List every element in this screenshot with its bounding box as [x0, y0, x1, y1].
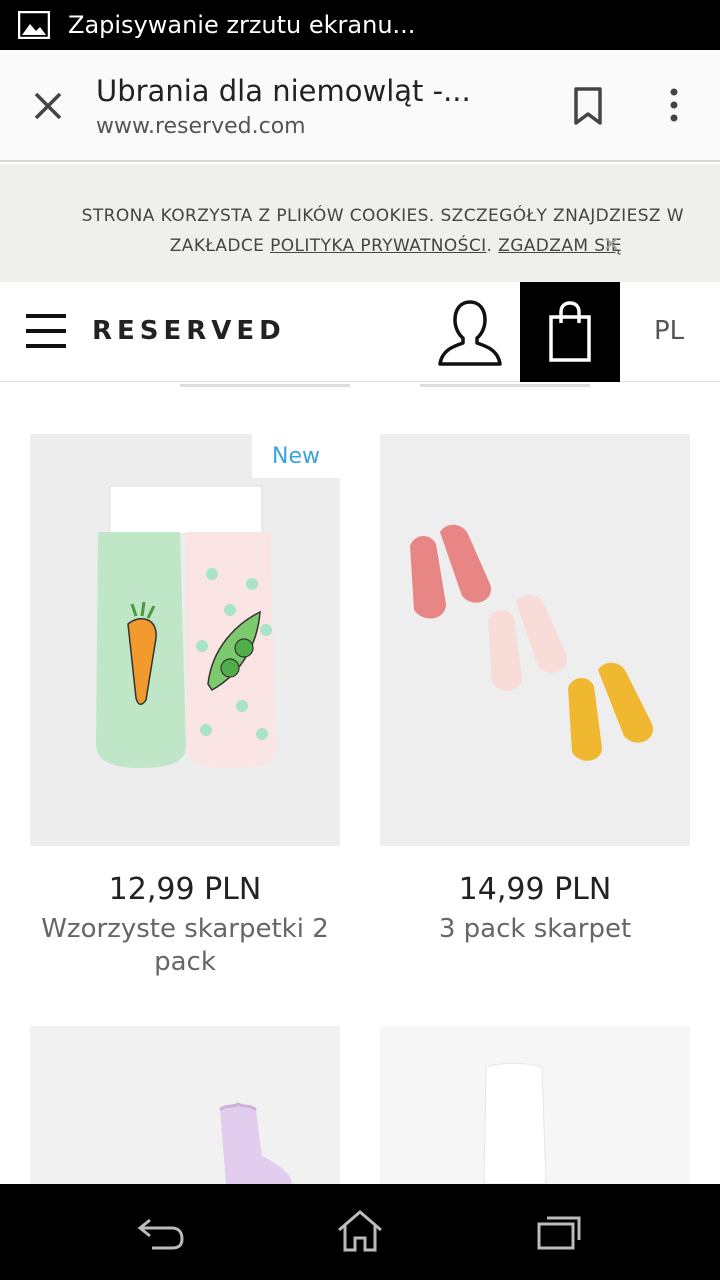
socks-carrot-peas-image	[30, 434, 340, 846]
back-icon[interactable]	[136, 1208, 186, 1254]
product-name[interactable]: 3 pack skarpet	[380, 913, 690, 946]
site-header: RESERVED PL	[0, 282, 720, 382]
close-icon[interactable]	[28, 86, 68, 126]
product-image[interactable]: New	[30, 434, 340, 846]
product-card[interactable]: 14,99 PLN 3 pack skarpet	[380, 434, 690, 946]
product-price: 12,99 PLN	[108, 872, 262, 907]
privacy-policy-link[interactable]: POLITYKA PRYWATNOŚCI	[270, 236, 486, 256]
cookie-text-line2: ZAKŁADCE POLITYKA PRYWATNOŚCI. ZGADZAM S…	[170, 236, 622, 256]
product-image[interactable]	[380, 434, 690, 846]
cookie-separator: .	[486, 236, 499, 256]
cookie-text-prefix: ZAKŁADCE	[169, 236, 271, 256]
cookie-banner: STRONA KORZYSTA Z PLIKÓW COOKIES. SZCZEG…	[0, 164, 720, 282]
shopping-bag-icon	[549, 301, 591, 362]
status-notification-text: Zapisywanie zrzutu ekranu...	[68, 11, 416, 39]
page-title: Ubrania dla niemowląt -...	[96, 74, 471, 108]
product-card[interactable]: New 12,99 PLN Wzorzyste skarpetki 2 pack	[30, 434, 340, 979]
hamburger-icon[interactable]	[26, 314, 66, 348]
product-image[interactable]	[380, 1026, 690, 1184]
previous-row-fragment	[180, 384, 350, 387]
image-icon	[18, 11, 50, 39]
language-selector[interactable]: PL	[654, 316, 684, 346]
white-tights-image	[380, 1026, 690, 1184]
system-nav-bar	[0, 1184, 720, 1280]
browser-toolbar: Ubrania dla niemowląt -... www.reserved.…	[0, 50, 720, 162]
cart-button[interactable]	[520, 282, 620, 382]
product-card[interactable]	[380, 1026, 690, 1184]
previous-row-fragment	[420, 384, 590, 387]
new-badge: New	[252, 434, 340, 478]
socks-3-pack-birds-image	[380, 434, 690, 846]
status-bar: Zapisywanie zrzutu ekranu...	[0, 0, 720, 50]
user-icon[interactable]	[436, 298, 504, 368]
recent-apps-icon[interactable]	[535, 1208, 585, 1254]
home-icon[interactable]	[335, 1208, 385, 1254]
cookie-text-line1: STRONA KORZYSTA Z PLIKÓW COOKIES. SZCZEG…	[81, 206, 684, 226]
product-name[interactable]: Wzorzyste skarpetki 2 pack	[30, 913, 340, 979]
page-url[interactable]: www.reserved.com	[96, 114, 306, 139]
product-image[interactable]	[30, 1026, 340, 1184]
more-vert-icon[interactable]	[660, 86, 688, 126]
bookmark-icon[interactable]	[570, 86, 606, 126]
product-card[interactable]	[30, 1026, 340, 1184]
product-price: 14,99 PLN	[458, 872, 612, 907]
cookie-close-icon[interactable]: ✕	[603, 234, 623, 254]
brand-logo[interactable]: RESERVED	[92, 316, 286, 346]
socks-lilac-frill-image	[30, 1026, 340, 1184]
